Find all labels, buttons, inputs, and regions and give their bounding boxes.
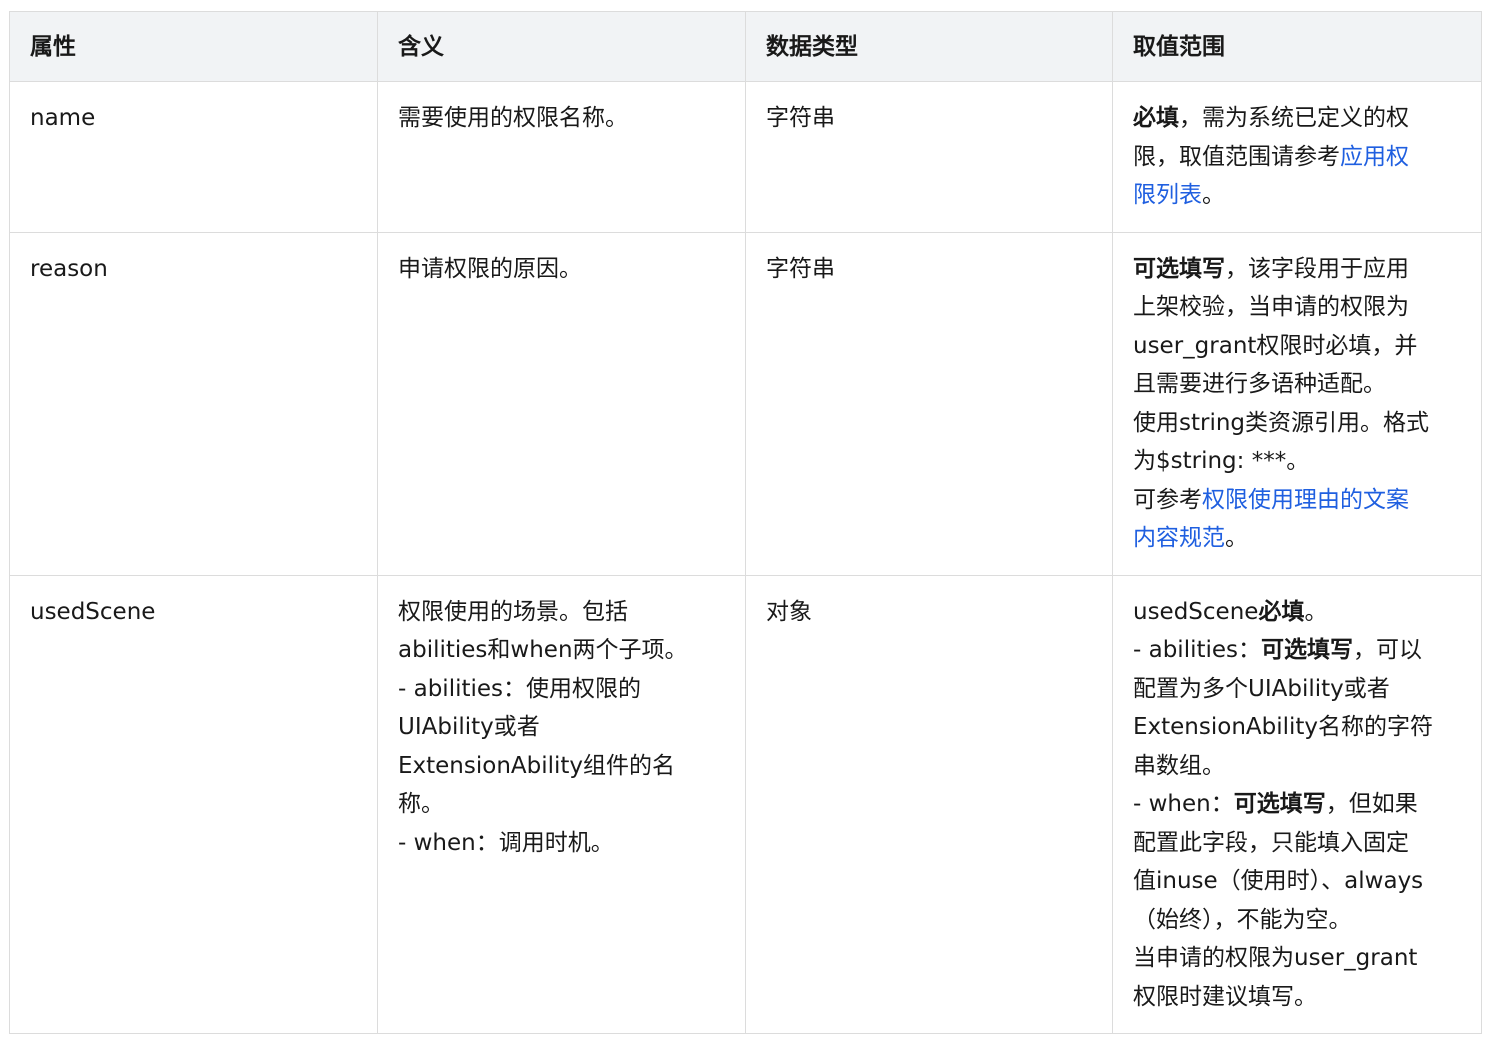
reason-guideline-link-cont[interactable]: 内容规范 (1133, 525, 1225, 551)
cell-meaning-used-scene: 权限使用的场景。包括 abilities和when两个子项。 - abiliti… (377, 574, 746, 1034)
cell-type-used-scene: 对象 (745, 574, 1113, 1034)
meaning-scene-line-4: UIAbility或者 (398, 714, 540, 740)
meaning-scene-line-6: 称。 (398, 791, 444, 817)
range-name-end: 。 (1202, 182, 1225, 208)
cell-attr-used-scene: usedScene (9, 574, 378, 1034)
meaning-scene-line-1: 权限使用的场景。包括 (398, 598, 628, 625)
permissions-table-container: 属性 含义 数据类型 取值范围 name 需要使用的权限名称。 字符串 必填，需… (9, 11, 1482, 1034)
range-scene-line-7: 配置此字段，只能填入固定 (1133, 829, 1409, 856)
range-scene-line-5: 串数组。 (1133, 752, 1225, 779)
range-scene-when-prefix: - when： (1133, 791, 1234, 817)
cell-type-name: 字符串 (745, 81, 1113, 233)
range-reason-ref-prefix: 可参考 (1133, 486, 1202, 513)
permissions-attribute-table: 属性 含义 数据类型 取值范围 name 需要使用的权限名称。 字符串 必填，需… (9, 11, 1482, 1034)
range-reason-end: 。 (1225, 525, 1248, 551)
optional-label-abilities: 可选填写 (1261, 637, 1354, 663)
range-name-text: ，需为系统已定义的权 (1179, 105, 1409, 131)
optional-label-when: 可选填写 (1233, 791, 1326, 817)
meaning-scene-line-7: - when：调用时机。 (398, 829, 614, 856)
range-reason-line-2: 上架校验，当申请的权限为 (1133, 294, 1409, 320)
header-meaning: 含义 (377, 11, 746, 82)
table-row-name: name 需要使用的权限名称。 字符串 必填，需为系统已定义的权 限，取值范围请… (9, 81, 1482, 233)
range-scene-line-3: 配置为多个UIAbility或者 (1133, 675, 1390, 702)
range-scene-line-10: 当申请的权限为user_grant (1133, 945, 1418, 971)
meaning-scene-line-2: abilities和when两个子项。 (398, 637, 688, 663)
cell-meaning-reason: 申请权限的原因。 (377, 231, 746, 576)
range-name-line-2: 限，取值范围请参考应用权 (1133, 138, 1467, 177)
range-reason-line-7: 可参考权限使用理由的文案 (1133, 481, 1467, 520)
meaning-scene-line-3: - abilities：使用权限的 (398, 675, 642, 702)
cell-range-used-scene: usedScene必填。 - abilities：可选填写，可以 配置为多个UI… (1112, 574, 1482, 1034)
cell-meaning-name: 需要使用的权限名称。 (377, 81, 746, 233)
cell-range-reason: 可选填写，该字段用于应用 上架校验，当申请的权限为 user_grant权限时必… (1112, 231, 1482, 576)
range-reason-line-3: user_grant权限时必填，并 (1133, 332, 1418, 359)
cell-type-reason: 字符串 (745, 231, 1113, 576)
range-reason-line-5: 使用string类资源引用。格式 (1133, 409, 1430, 436)
table-row-reason: reason 申请权限的原因。 字符串 可选填写，该字段用于应用 上架校验，当申… (9, 231, 1482, 576)
range-scene-line-6: - when：可选填写，但如果 (1133, 785, 1467, 824)
optional-label: 可选填写 (1133, 255, 1225, 282)
meaning-scene-line-5: ExtensionAbility组件的名 (398, 752, 676, 779)
header-type: 数据类型 (745, 11, 1113, 82)
range-scene-abilities-prefix: - abilities： (1133, 637, 1262, 663)
permission-list-link[interactable]: 应用权 (1340, 144, 1409, 170)
cell-attr-name: name (9, 81, 378, 233)
range-scene-line-1: usedScene必填。 (1133, 593, 1467, 632)
range-scene-line-8: 值inuse（使用时）、always (1133, 868, 1424, 894)
header-range: 取值范围 (1112, 11, 1482, 82)
range-name-line-1: 必填，需为系统已定义的权 (1133, 99, 1467, 138)
range-scene-line-4: ExtensionAbility名称的字符 (1133, 714, 1434, 740)
range-scene-abilities-rest: ，可以 (1353, 637, 1423, 663)
cell-range-name: 必填，需为系统已定义的权 限，取值范围请参考应用权 限列表。 (1112, 81, 1482, 233)
permission-list-link-cont[interactable]: 限列表 (1133, 182, 1202, 208)
range-scene-when-rest: ，但如果 (1325, 791, 1418, 817)
range-name-line-3: 限列表。 (1133, 176, 1467, 215)
required-label-scene: 必填 (1258, 598, 1305, 625)
range-scene-end-1: 。 (1304, 598, 1328, 625)
table-header-row: 属性 含义 数据类型 取值范围 (9, 11, 1482, 82)
range-reason-text-1: ，该字段用于应用 (1225, 255, 1409, 282)
range-name-text-2: 限，取值范围请参考 (1133, 143, 1340, 170)
range-scene-line-11: 权限时建议填写。 (1133, 983, 1317, 1010)
cell-attr-reason: reason (9, 231, 378, 576)
header-attr: 属性 (9, 11, 378, 82)
table-row-used-scene: usedScene 权限使用的场景。包括 abilities和when两个子项。… (9, 574, 1482, 1034)
reason-guideline-link[interactable]: 权限使用理由的文案 (1202, 487, 1409, 513)
range-scene-line-9: （始终），不能为空。 (1133, 906, 1352, 933)
range-reason-line-6: 为$string: ***。 (1133, 448, 1310, 474)
range-reason-line-8: 内容规范。 (1133, 519, 1467, 558)
range-scene-line-2: - abilities：可选填写，可以 (1133, 631, 1467, 670)
range-reason-line-1: 可选填写，该字段用于应用 (1133, 250, 1467, 289)
required-label: 必填 (1133, 105, 1179, 131)
range-reason-line-4: 且需要进行多语种适配。 (1133, 371, 1386, 397)
range-scene-prefix: usedScene (1133, 598, 1259, 625)
